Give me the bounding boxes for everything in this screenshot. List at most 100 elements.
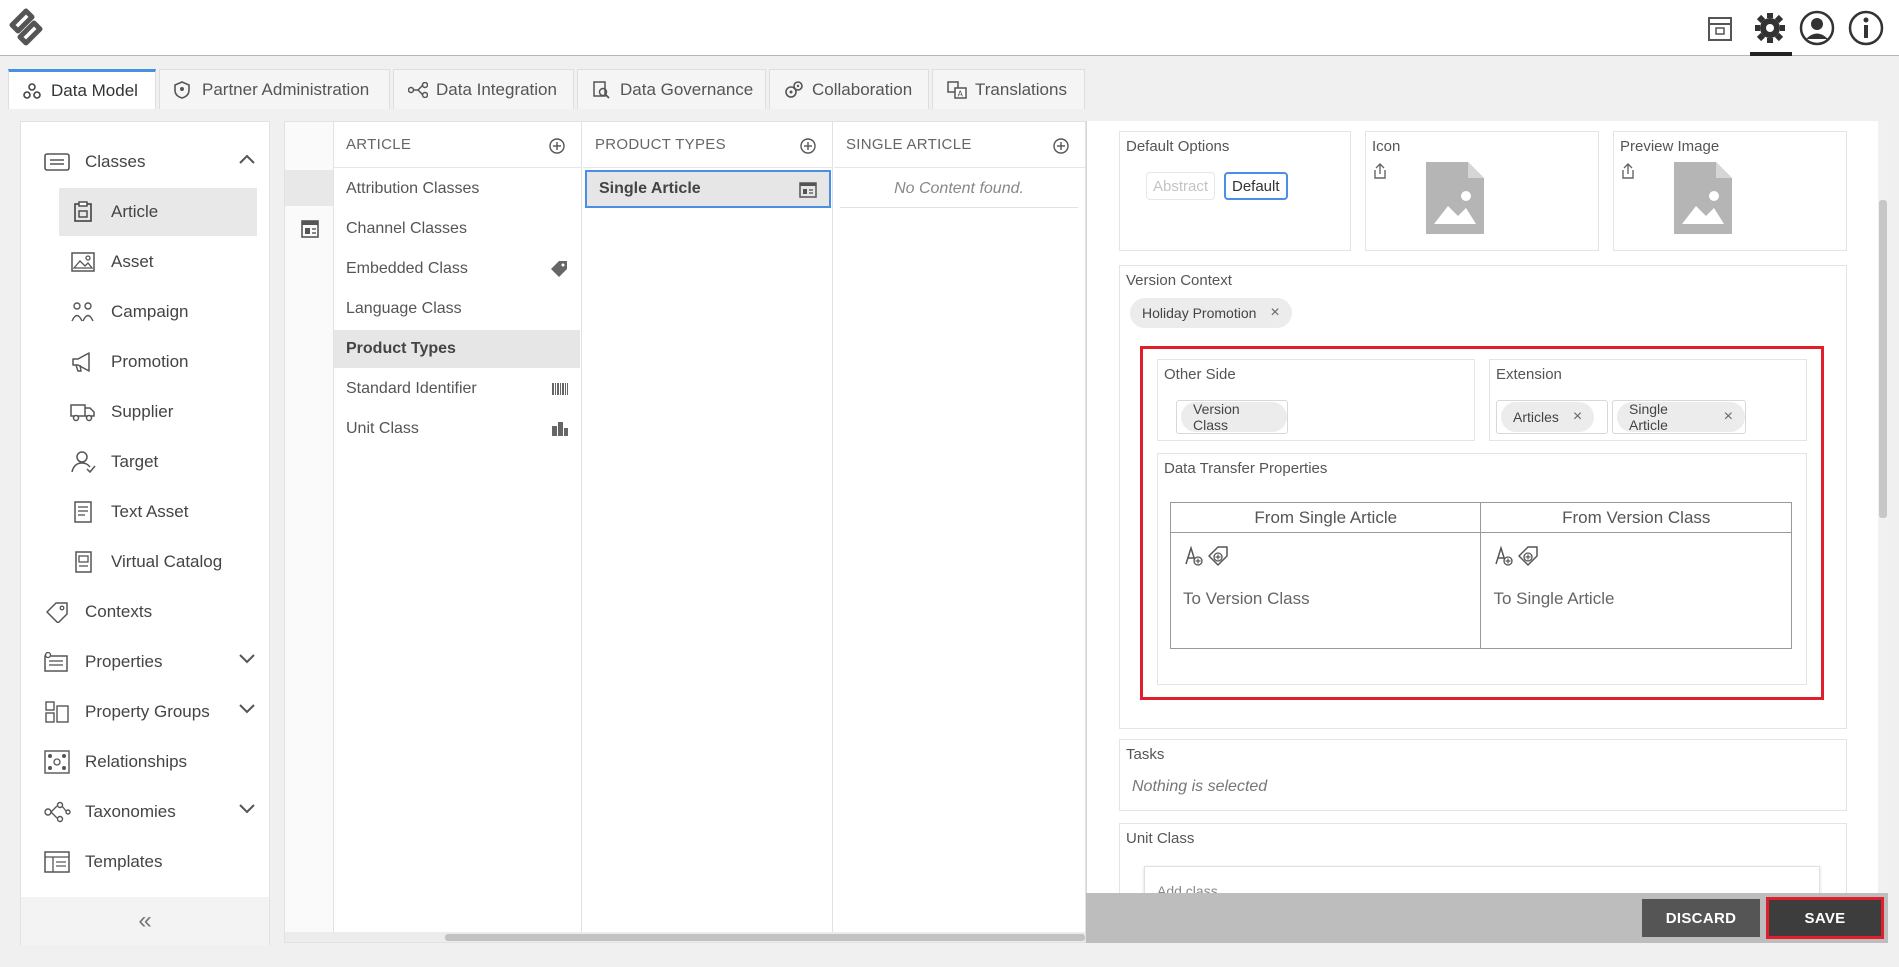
- upload-icon[interactable]: [1372, 162, 1388, 180]
- card-label: Data Transfer Properties: [1164, 460, 1328, 477]
- collaboration-icon: [784, 80, 806, 99]
- product-types-column-header: PRODUCT TYPES: [583, 122, 832, 168]
- discard-button[interactable]: DISCARD: [1642, 899, 1760, 937]
- add-property-icon[interactable]: [1183, 545, 1205, 567]
- tab-label: Partner Administration: [202, 79, 370, 99]
- image-icon: [69, 250, 97, 274]
- item-label: Standard Identifier: [346, 380, 477, 397]
- abstract-option-button[interactable]: Abstract: [1146, 172, 1216, 200]
- nav-item-relationships[interactable]: Relationships: [21, 738, 271, 786]
- chevron-down-icon[interactable]: [239, 654, 255, 664]
- image-placeholder-icon: [1426, 162, 1484, 234]
- svg-text:A: A: [958, 89, 964, 98]
- list-item[interactable]: Embedded Class: [334, 250, 580, 288]
- form-view-icon: [799, 182, 817, 198]
- list-item-selected[interactable]: Single Article: [585, 170, 831, 208]
- properties-icon: [43, 650, 71, 674]
- article-column-header: ARTICLE: [334, 122, 581, 168]
- nav-item-supplier[interactable]: Supplier: [21, 388, 271, 436]
- chip-label: Version Class: [1193, 401, 1240, 433]
- extension-field[interactable]: Articles ×: [1496, 400, 1608, 434]
- add-circle-icon[interactable]: [800, 138, 816, 154]
- nav-item-article[interactable]: Article: [21, 188, 271, 236]
- tab-collaboration[interactable]: Collaboration: [769, 69, 929, 109]
- list-item[interactable]: Unit Class: [334, 410, 580, 448]
- archive-box-icon[interactable]: [1700, 8, 1740, 48]
- chevron-up-icon[interactable]: [239, 154, 255, 164]
- upload-icon[interactable]: [1620, 162, 1636, 180]
- nav-item-property-groups[interactable]: Property Groups: [21, 688, 271, 736]
- nav-item-taxonomies[interactable]: Taxonomies: [21, 788, 271, 836]
- data-transfer-table: From Single Article From Version Class T…: [1169, 502, 1792, 649]
- collapse-sidebar-button[interactable]: «: [21, 897, 269, 945]
- nav-item-asset[interactable]: Asset: [21, 238, 271, 286]
- list-item[interactable]: Channel Classes: [334, 210, 580, 248]
- nav-item-properties[interactable]: Properties: [21, 638, 271, 686]
- tasks-card: Tasks Nothing is selected: [1119, 739, 1847, 811]
- nav-item-campaign[interactable]: Campaign: [21, 288, 271, 336]
- button-label: SAVE: [1804, 909, 1846, 927]
- item-label: Language Class: [346, 300, 462, 317]
- nav-item-templates[interactable]: Templates: [21, 838, 271, 886]
- tab-data-integration[interactable]: Data Integration: [393, 69, 574, 109]
- dtp-column-header: From Single Article: [1169, 502, 1482, 533]
- other-side-field[interactable]: Version Class: [1176, 400, 1288, 434]
- version-context-chip[interactable]: Holiday Promotion ×: [1130, 298, 1292, 328]
- nav-label: Taxonomies: [85, 802, 176, 821]
- chevron-down-icon[interactable]: [239, 704, 255, 714]
- nav-item-contexts[interactable]: Contexts: [21, 588, 271, 636]
- class-browser: ARTICLE Attribution Classes Channel Clas…: [284, 121, 1086, 943]
- add-circle-icon[interactable]: [1053, 138, 1069, 154]
- vertical-scroll-thumb[interactable]: [1879, 200, 1887, 518]
- user-profile-icon[interactable]: [1797, 8, 1837, 48]
- nav-label: Article: [111, 202, 159, 221]
- list-item[interactable]: Language Class: [334, 290, 580, 328]
- form-view-icon[interactable]: [301, 220, 319, 238]
- chevron-down-icon[interactable]: [239, 804, 255, 814]
- tab-data-model[interactable]: Data Model: [8, 69, 156, 109]
- detail-panel: Default Options Abstract Default Icon Pr…: [1086, 121, 1878, 893]
- close-icon[interactable]: ×: [1270, 304, 1279, 322]
- close-icon[interactable]: ×: [1724, 408, 1733, 426]
- nav-label: Promotion: [111, 352, 189, 371]
- add-tag-icon[interactable]: [1207, 545, 1231, 567]
- save-button[interactable]: SAVE: [1766, 897, 1884, 939]
- list-item[interactable]: Standard Identifier: [334, 370, 580, 408]
- nav-item-text-asset[interactable]: Text Asset: [21, 488, 271, 536]
- action-footer: DISCARD SAVE: [1086, 893, 1888, 943]
- highlighted-relationship-section: Other Side Version Class Extension Artic…: [1140, 346, 1824, 700]
- tasks-empty-text: Nothing is selected: [1132, 778, 1268, 795]
- list-item-selected[interactable]: Product Types: [334, 330, 580, 368]
- tab-partner-administration[interactable]: Partner Administration: [159, 69, 390, 109]
- image-placeholder-icon: [1674, 162, 1732, 234]
- nav-item-classes[interactable]: Classes: [21, 138, 271, 186]
- close-icon[interactable]: ×: [1573, 408, 1582, 426]
- nav-item-target[interactable]: Target: [21, 438, 271, 486]
- property-groups-icon: [43, 700, 71, 724]
- list-item[interactable]: Attribution Classes: [334, 170, 580, 208]
- tab-translations[interactable]: A Translations: [932, 69, 1085, 109]
- app-logo-icon[interactable]: [4, 8, 48, 46]
- info-icon[interactable]: [1846, 8, 1886, 48]
- nav-label: Relationships: [85, 752, 188, 771]
- add-tag-icon[interactable]: [1517, 545, 1541, 567]
- nav-item-promotion[interactable]: Promotion: [21, 338, 271, 386]
- extension-field[interactable]: Single Article ×: [1612, 400, 1746, 434]
- data-model-icon: [23, 82, 45, 100]
- nav-item-virtual-catalog[interactable]: Virtual Catalog: [21, 538, 271, 586]
- add-class-input[interactable]: Add class: [1157, 883, 1218, 893]
- horizontal-scroll-thumb[interactable]: [445, 934, 1085, 941]
- add-circle-icon[interactable]: [549, 138, 565, 154]
- tab-data-governance[interactable]: Data Governance: [577, 69, 766, 109]
- card-label: Tasks: [1126, 746, 1165, 763]
- default-option-button[interactable]: Default: [1224, 172, 1288, 200]
- governance-icon: [592, 80, 614, 99]
- card-label: Preview Image: [1620, 138, 1720, 155]
- templates-icon: [43, 850, 71, 874]
- dtp-target-label: To Single Article: [1493, 589, 1615, 608]
- gear-icon[interactable]: [1750, 8, 1790, 48]
- add-property-icon[interactable]: [1493, 545, 1515, 567]
- extension-chip: Articles ×: [1501, 402, 1595, 432]
- tab-label: Data Model: [51, 80, 138, 100]
- nav-label: Supplier: [111, 402, 174, 421]
